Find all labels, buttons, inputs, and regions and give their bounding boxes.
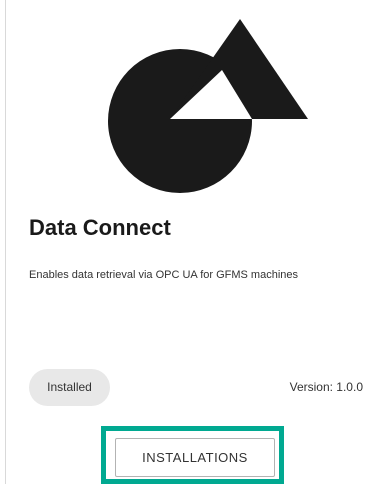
version-label: Version: 1.0.0 [289, 380, 363, 394]
circle-triangle-logo-icon [108, 19, 308, 193]
installations-button[interactable]: INSTALLATIONS [115, 438, 275, 477]
status-badge: Installed [29, 369, 110, 406]
app-title: Data Connect [29, 215, 171, 240]
app-card: Data Connect Enables data retrieval via … [0, 0, 379, 484]
app-description: Enables data retrieval via OPC UA for GF… [29, 269, 298, 281]
